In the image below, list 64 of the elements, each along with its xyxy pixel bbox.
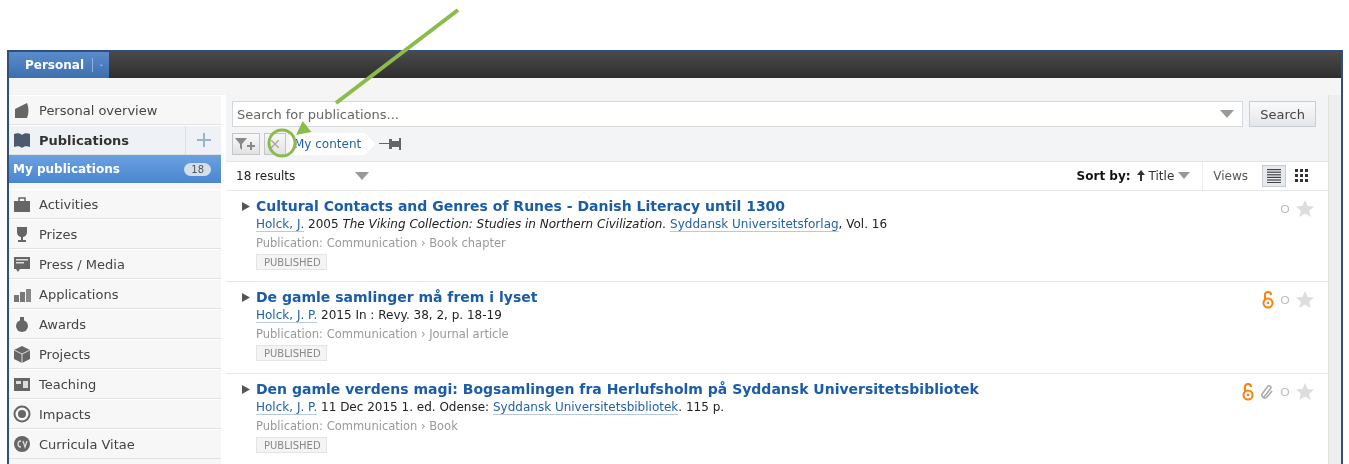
status-tag: PUBLISHED: [256, 253, 327, 270]
publication-type: Publication: Communication › Journal article: [256, 327, 510, 342]
close-icon: [271, 140, 279, 148]
star-icon[interactable]: [1296, 199, 1314, 218]
publication-type: Publication: Communication › Book: [256, 419, 459, 434]
citation-text: Holck, J. 2005 The Viking Collection: Studies in Northern Civilization. Syddansk Universitetsforlag, Vol. 16: [256, 216, 889, 231]
plus-icon: [195, 132, 212, 148]
sidebar-item[interactable]: Curricula Vitae: [9, 429, 221, 459]
bag-icon: [13, 315, 31, 333]
status-tag: PUBLISHED: [256, 437, 327, 454]
sidebar-item[interactable]: Impacts: [9, 399, 221, 429]
sort-dropdown[interactable]: Title: [1136, 168, 1191, 183]
list-icon: [1267, 168, 1281, 183]
sidebar-item[interactable]: Personal overview: [9, 95, 221, 125]
pin-icon[interactable]: [379, 138, 402, 150]
section-label: Publications: [39, 132, 131, 148]
sidebar-item[interactable]: Press / Media: [9, 249, 221, 279]
expand-icon[interactable]: [242, 385, 250, 395]
grid-icon: [1295, 168, 1309, 183]
media-icon: [13, 255, 31, 273]
sidebar-item[interactable]: My publications 18: [9, 155, 221, 183]
expand-icon[interactable]: [242, 293, 250, 303]
filter-icon: [235, 137, 257, 151]
personal-tab[interactable]: Personal: [9, 52, 109, 78]
citation-text: Holck, J. P. 2015 In : Revy. 38, 2, p. 18-19: [256, 308, 503, 323]
star-icon[interactable]: [1296, 383, 1314, 402]
sidebar-item[interactable]: Applications: [9, 279, 221, 309]
sidebar-item[interactable]: Prizes: [9, 219, 221, 249]
publication-title[interactable]: Den gamle verdens magi: Bogsamlingen fra Herlufsholm på Syddansk Universitetsbibliotek: [256, 381, 1236, 398]
sort-label: Sort by:: [1076, 168, 1131, 183]
publisher-link[interactable]: Syddansk Universitetsforlag: [670, 216, 839, 232]
dropdown-caret-icon[interactable]: [355, 171, 370, 180]
target-icon: [13, 405, 31, 423]
publication-title[interactable]: De gamle samlinger må frem i lyset: [256, 289, 1256, 306]
search-field[interactable]: Search for publications...: [232, 101, 1244, 127]
results-count: 18 results: [236, 168, 296, 183]
sidebar-item[interactable]: Projects: [9, 339, 221, 369]
search-button[interactable]: Search: [1249, 101, 1316, 127]
author-link[interactable]: Holck, J. P.: [256, 400, 318, 416]
citation-text: Holck, J. P. 11 Dec 2015 1. ed. Odense: Syddansk Universitetsbibliotek. 115 p.: [256, 400, 726, 415]
dropdown-caret-icon: [1220, 110, 1235, 118]
star-icon[interactable]: [1296, 291, 1314, 310]
book-icon: [13, 131, 31, 149]
highlight-circle: [267, 128, 297, 158]
count-badge: 18: [184, 162, 211, 176]
sidebar-item[interactable]: Activities: [9, 189, 221, 219]
sidebar-item[interactable]: Awards: [9, 309, 221, 339]
board-icon: [13, 375, 31, 393]
publication-type: Publication: Communication › Book chapter: [256, 235, 507, 250]
add-filter-button[interactable]: [232, 133, 260, 155]
status-tag: PUBLISHED: [256, 345, 327, 362]
author-link[interactable]: Holck, J.: [256, 216, 305, 232]
paperclip-icon[interactable]: [1260, 383, 1274, 402]
caret-icon: [1178, 172, 1191, 180]
author-link[interactable]: Holck, J. P.: [256, 308, 318, 324]
briefcase-icon: [13, 195, 31, 213]
list-view-button[interactable]: [1262, 164, 1286, 187]
views-label: Views: [1213, 168, 1248, 183]
sidebar-item[interactable]: Teaching: [9, 369, 221, 399]
cv-icon: [13, 435, 31, 453]
up-arrow-icon: [1136, 170, 1145, 182]
cube-icon: [13, 345, 31, 363]
expand-icon[interactable]: [242, 201, 250, 211]
publication-title[interactable]: Cultural Contacts and Genres of Runes - Danish Literacy until 1300: [256, 197, 1274, 214]
